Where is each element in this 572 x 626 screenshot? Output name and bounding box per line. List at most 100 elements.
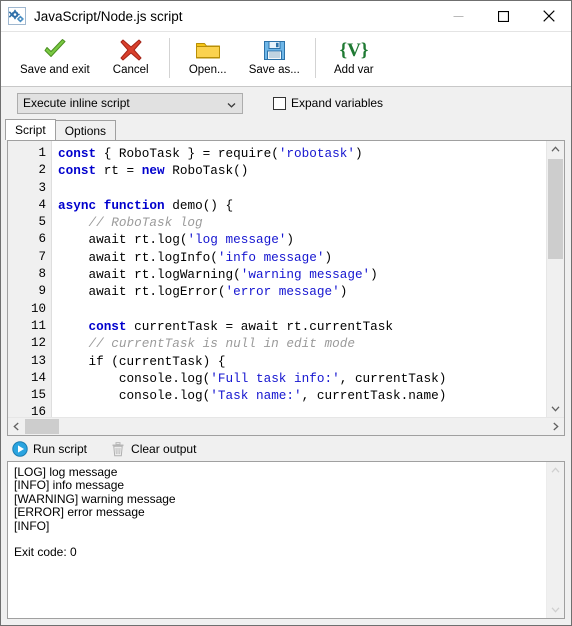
line-number: 3 bbox=[38, 180, 46, 195]
cancel-label: Cancel bbox=[112, 64, 149, 76]
code-text-area[interactable]: const { RoboTask } = require('robotask')… bbox=[52, 141, 564, 417]
toolbar-separator-2 bbox=[314, 38, 316, 78]
line-number: 8 bbox=[38, 267, 46, 282]
close-button[interactable] bbox=[526, 1, 571, 31]
code-line: await rt.logInfo('info message') bbox=[58, 249, 564, 266]
save-and-exit-button[interactable]: Save and exit bbox=[11, 35, 99, 83]
tab-options[interactable]: Options bbox=[54, 120, 117, 140]
code-token: 'Task name:' bbox=[210, 388, 302, 404]
add-var-label: Add var bbox=[334, 64, 374, 76]
maximize-button[interactable] bbox=[481, 1, 526, 31]
code-line: const rt = new RoboTask() bbox=[58, 162, 564, 179]
trash-icon bbox=[109, 440, 126, 457]
code-token: // currentTask is null in edit mode bbox=[58, 336, 355, 352]
line-number: 14 bbox=[30, 370, 46, 385]
variable-braces-icon: {V} bbox=[337, 37, 371, 63]
code-token: , currentTask) bbox=[339, 370, 447, 386]
window-title: JavaScript/Node.js script bbox=[34, 8, 183, 24]
code-editor-body[interactable]: 1 2 3 4 5 6 7 8 9 10 11 12 13 14 15 16 const { RoboTask… bbox=[8, 141, 564, 417]
title-bar: JavaScript/Node.js script bbox=[1, 1, 571, 32]
line-number-gutter: 1 2 3 4 5 6 7 8 9 10 11 12 13 14 15 16 bbox=[8, 141, 52, 417]
line-number: 9 bbox=[38, 284, 46, 299]
code-token: RoboTask() bbox=[164, 163, 249, 179]
line-number: 7 bbox=[38, 249, 46, 264]
code-token: 'warning message' bbox=[240, 267, 371, 283]
code-token: ) bbox=[324, 249, 333, 265]
clear-output-button[interactable]: Clear output bbox=[109, 440, 196, 457]
code-token: rt = bbox=[96, 163, 142, 179]
toolbar: Save and exit Cancel Open... Save as... … bbox=[1, 32, 571, 87]
cancel-button[interactable]: Cancel bbox=[99, 35, 163, 83]
minimize-button[interactable] bbox=[436, 1, 481, 31]
line-number: 5 bbox=[38, 215, 46, 230]
code-token: await rt.logWarning( bbox=[58, 267, 241, 283]
line-number: 2 bbox=[38, 163, 46, 178]
execution-mode-value: Execute inline script bbox=[23, 96, 130, 110]
scroll-left-arrow-icon[interactable] bbox=[8, 418, 25, 435]
add-var-button[interactable]: {V} Add var bbox=[322, 35, 386, 83]
code-token: if (currentTask) { bbox=[58, 353, 226, 369]
editor-vertical-scrollbar[interactable] bbox=[546, 141, 564, 417]
scroll-right-arrow-icon[interactable] bbox=[547, 418, 564, 435]
code-token: function bbox=[103, 197, 165, 213]
output-vertical-scrollbar[interactable] bbox=[546, 462, 564, 618]
code-line: // RoboTask log bbox=[58, 214, 564, 231]
play-icon bbox=[11, 440, 28, 457]
green-check-icon bbox=[42, 37, 68, 63]
code-token: 'Full task info:' bbox=[210, 370, 340, 386]
folder-icon bbox=[195, 37, 221, 63]
code-token: // RoboTask log bbox=[58, 215, 203, 231]
expand-variables-box bbox=[273, 96, 286, 110]
gears-icon bbox=[8, 7, 26, 25]
editor-hscroll-thumb[interactable] bbox=[25, 419, 59, 434]
expand-variables-checkbox[interactable]: Expand variables bbox=[273, 96, 383, 110]
output-scroll-down-arrow-icon[interactable] bbox=[547, 601, 564, 618]
code-token: new bbox=[141, 163, 165, 179]
code-token: demo() { bbox=[164, 197, 234, 213]
code-line: const { RoboTask } = require('robotask') bbox=[58, 145, 564, 162]
code-token: ) bbox=[286, 232, 295, 248]
code-line: console.log('Task name:', currentTask.na… bbox=[58, 387, 564, 404]
save-as-button[interactable]: Save as... bbox=[240, 35, 309, 83]
line-number: 11 bbox=[30, 318, 46, 333]
execution-mode-select[interactable]: Execute inline script bbox=[17, 92, 243, 114]
code-token: console.log( bbox=[58, 370, 211, 386]
open-button[interactable]: Open... bbox=[176, 35, 240, 83]
line-number: 6 bbox=[38, 232, 46, 247]
run-script-button[interactable]: Run script bbox=[11, 440, 87, 457]
floppy-disk-icon bbox=[263, 37, 286, 63]
line-number: 13 bbox=[30, 353, 46, 368]
code-token: ) bbox=[354, 146, 363, 161]
editor-horizontal-scrollbar[interactable] bbox=[8, 417, 564, 435]
code-token: const bbox=[58, 146, 97, 161]
options-row: Execute inline script Expand variables bbox=[1, 87, 571, 119]
output-scroll-up-arrow-icon[interactable] bbox=[547, 462, 564, 479]
scroll-up-arrow-icon[interactable] bbox=[547, 141, 564, 158]
line-number: 15 bbox=[30, 388, 46, 403]
code-token: { RoboTask } = require( bbox=[96, 146, 279, 161]
scroll-down-arrow-icon[interactable] bbox=[547, 400, 564, 417]
chevron-down-icon bbox=[227, 99, 236, 108]
run-toolbar: Run script Clear output bbox=[1, 436, 571, 461]
tab-strip: Script Options bbox=[1, 119, 571, 140]
line-number: 16 bbox=[30, 405, 46, 417]
code-token: currentTask = await rt.currentTask bbox=[126, 318, 394, 334]
toolbar-separator-1 bbox=[168, 38, 170, 78]
editor-scroll-thumb[interactable] bbox=[548, 159, 563, 259]
code-line: // currentTask is null in edit mode bbox=[58, 335, 564, 352]
code-token: const bbox=[88, 318, 127, 334]
clear-output-label: Clear output bbox=[131, 441, 197, 456]
code-line: const currentTask = await rt.currentTask bbox=[58, 318, 564, 335]
code-token: 'log message' bbox=[187, 232, 287, 248]
code-token: console.log( bbox=[58, 388, 211, 404]
tab-options-label: Options bbox=[64, 123, 107, 138]
tab-script[interactable]: Script bbox=[5, 119, 56, 140]
code-token: 'robotask' bbox=[278, 146, 355, 161]
code-token: await rt.logInfo( bbox=[58, 249, 218, 265]
code-token: async bbox=[58, 197, 97, 213]
